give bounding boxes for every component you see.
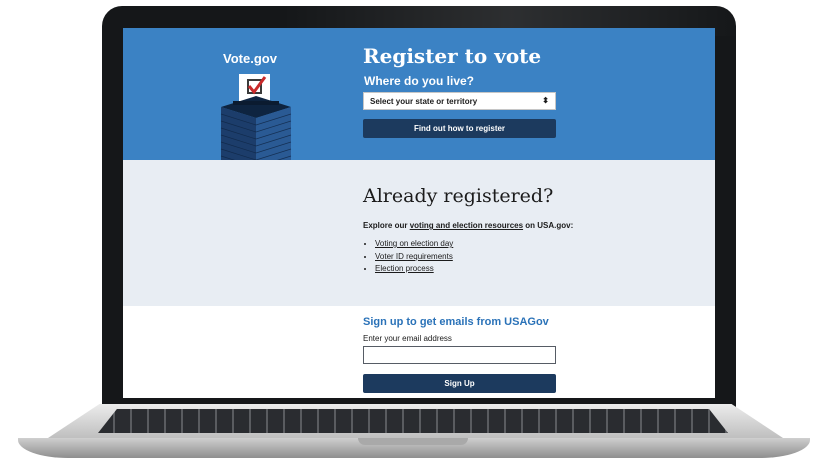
resources-link[interactable]: voting and election resources bbox=[410, 221, 523, 230]
explore-text: Explore our voting and election resource… bbox=[363, 221, 573, 230]
list-item: Voting on election day bbox=[375, 238, 453, 251]
explore-suffix: on USA.gov: bbox=[523, 221, 574, 230]
registered-heading: Already registered? bbox=[363, 185, 554, 207]
list-item: Election process bbox=[375, 263, 453, 276]
browser-screen: Vote.gov Register to vote Where do you l… bbox=[123, 28, 715, 398]
explore-prefix: Explore our bbox=[363, 221, 410, 230]
email-field[interactable] bbox=[363, 346, 556, 364]
state-select[interactable]: Select your state or territory ⬍ bbox=[363, 92, 556, 110]
link-election-process[interactable]: Election process bbox=[375, 264, 434, 273]
page-title: Register to vote bbox=[363, 44, 542, 68]
registered-section: Already registered? Explore our voting a… bbox=[123, 160, 715, 306]
email-label: Enter your email address bbox=[363, 334, 452, 343]
signup-heading: Sign up to get emails from USAGov bbox=[363, 316, 549, 328]
state-question: Where do you live? bbox=[364, 74, 475, 88]
signup-section: Sign up to get emails from USAGov Enter … bbox=[123, 306, 715, 398]
select-arrows-icon: ⬍ bbox=[542, 96, 549, 105]
find-register-button[interactable]: Find out how to register bbox=[363, 119, 556, 138]
laptop-notch bbox=[358, 438, 468, 445]
link-voting-day[interactable]: Voting on election day bbox=[375, 239, 453, 248]
laptop-keyboard bbox=[98, 409, 728, 433]
list-item: Voter ID requirements bbox=[375, 251, 453, 264]
signup-button[interactable]: Sign Up bbox=[363, 374, 556, 393]
link-voter-id[interactable]: Voter ID requirements bbox=[375, 252, 453, 261]
hero-section: Vote.gov Register to vote Where do you l… bbox=[123, 28, 715, 188]
resource-list: Voting on election day Voter ID requirem… bbox=[363, 238, 453, 276]
state-select-value: Select your state or territory bbox=[370, 97, 478, 106]
site-logo[interactable]: Vote.gov bbox=[223, 51, 277, 66]
